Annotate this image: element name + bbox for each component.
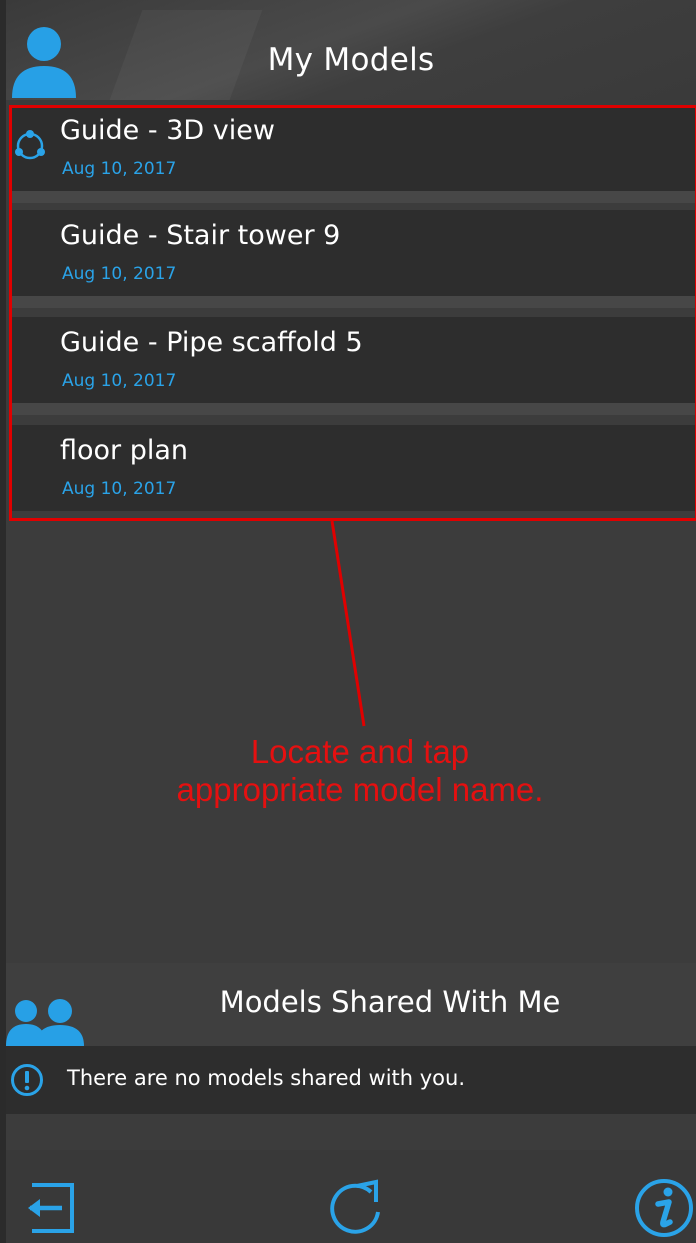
shared-models-header: Models Shared With Me	[6, 963, 696, 1046]
annotation-line: Locate and tap	[250, 733, 470, 770]
bottom-toolbar	[6, 1150, 696, 1243]
shared-users-icon	[6, 999, 84, 1046]
refresh-icon[interactable]	[324, 1178, 386, 1240]
my-models-header: My Models	[6, 0, 696, 100]
page-title: My Models	[267, 42, 435, 78]
alert-icon	[11, 1064, 43, 1096]
logout-icon[interactable]	[24, 1181, 76, 1235]
annotation-line: appropriate model name.	[176, 771, 544, 808]
empty-message: There are no models shared with you.	[67, 1066, 466, 1090]
annotation-text: Locate and tap appropriate model name.	[130, 733, 590, 809]
shared-empty-state: There are no models shared with you.	[6, 1046, 696, 1114]
shared-section-title: Models Shared With Me	[219, 985, 561, 1019]
annotation-highlight-box	[9, 105, 696, 521]
info-icon[interactable]	[633, 1177, 693, 1239]
